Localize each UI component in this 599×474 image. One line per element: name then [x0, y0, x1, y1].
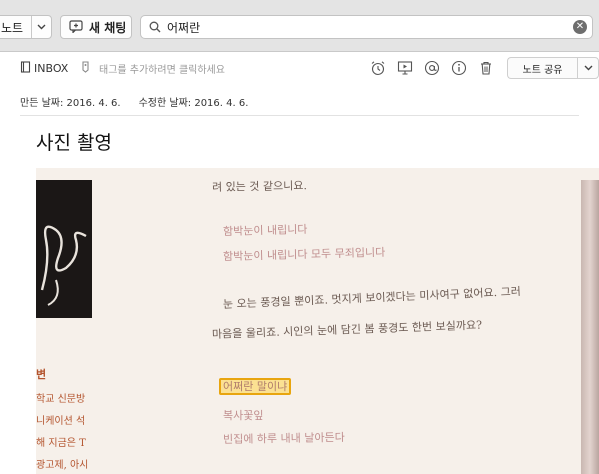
new-chat-button[interactable]: 새 채팅 — [60, 15, 132, 39]
at-icon[interactable] — [418, 57, 445, 79]
search-input[interactable] — [167, 20, 567, 34]
photo-line: 눈 오는 풍경일 뿐이죠. 멋지게 보이겠다는 미사여구 없어요. 그러 — [222, 285, 522, 311]
photo-line: 빈집에 하루 내내 날아든다 — [222, 430, 345, 447]
photo-line: 함박눈이 내립니다 모두 무죄입니다 — [222, 245, 386, 264]
presentation-icon[interactable] — [391, 57, 418, 79]
notes-label[interactable]: 노트 — [0, 19, 31, 36]
info-icon[interactable] — [445, 57, 472, 79]
chevron-down-icon[interactable] — [31, 16, 51, 38]
photo-line: 마음을 울리죠. 시인의 눈에 담긴 봄 풍경도 한번 보실까요? — [211, 318, 483, 341]
clear-icon[interactable]: ✕ — [573, 20, 587, 34]
search-box[interactable]: ✕ — [140, 15, 593, 39]
toolbar: 노트 새 채팅 ✕ — [0, 0, 599, 52]
photo-right-strip — [581, 180, 599, 474]
handwriting-image — [40, 225, 87, 306]
photo-left-line: 변 — [36, 368, 47, 381]
photo-line: 려 있는 것 같으니요. — [211, 179, 308, 194]
photo-line: 복사꽃잎 — [223, 409, 264, 422]
photo-left-line: 니케이션 석 — [36, 416, 86, 427]
photo-left-line: 학교 신문방 — [36, 394, 86, 405]
note-title[interactable]: 사진 촬영 — [36, 128, 112, 155]
photo-left-strip — [36, 180, 92, 318]
reminder-icon[interactable] — [364, 57, 391, 79]
note-dates: 만든 날짜: 2016. 4. 6. 수정한 날짜: 2016. 4. 6. — [20, 94, 248, 109]
share-note-button[interactable]: 노트 공유 — [507, 57, 577, 79]
tag-placeholder[interactable]: 태그를 추가하려면 클릭하세요 — [99, 61, 225, 76]
search-highlight: 어쩌란 말이냐 — [219, 378, 292, 395]
trash-icon[interactable] — [472, 57, 499, 79]
tag-area[interactable]: 태그를 추가하려면 클릭하세요 — [80, 61, 225, 76]
notebook-icon — [20, 61, 31, 76]
chevron-down-icon[interactable] — [577, 57, 599, 79]
modified-date: 수정한 날짜: 2016. 4. 6. — [138, 98, 249, 109]
photo-left-line: 광고제, 아시 — [36, 460, 89, 471]
photo-line: 함박눈이 내립니다 — [222, 222, 308, 239]
photo-left-line: 해 지금은 T — [36, 438, 86, 449]
photo-line-highlighted: 어쩌란 말이냐 — [219, 378, 292, 395]
tag-icon — [80, 61, 91, 76]
search-icon — [149, 18, 161, 37]
new-chat-label: 새 채팅 — [89, 20, 127, 35]
note-header: INBOX 태그를 추가하려면 클릭하세요 노트 공유 만든 날짜: 2016.… — [0, 53, 599, 117]
divider — [20, 115, 579, 116]
note-photo: 려 있는 것 같으니요. 함박눈이 내립니다 함박눈이 내립니다 모두 무죄입니… — [36, 168, 599, 474]
new-chat-icon — [69, 18, 83, 37]
notebook-selector[interactable]: INBOX — [20, 61, 68, 76]
created-date: 만든 날짜: 2016. 4. 6. — [20, 98, 121, 109]
notes-view-selector[interactable]: 노트 — [0, 15, 52, 39]
notebook-name[interactable]: INBOX — [34, 62, 68, 75]
note-actions: 노트 공유 — [364, 57, 599, 79]
